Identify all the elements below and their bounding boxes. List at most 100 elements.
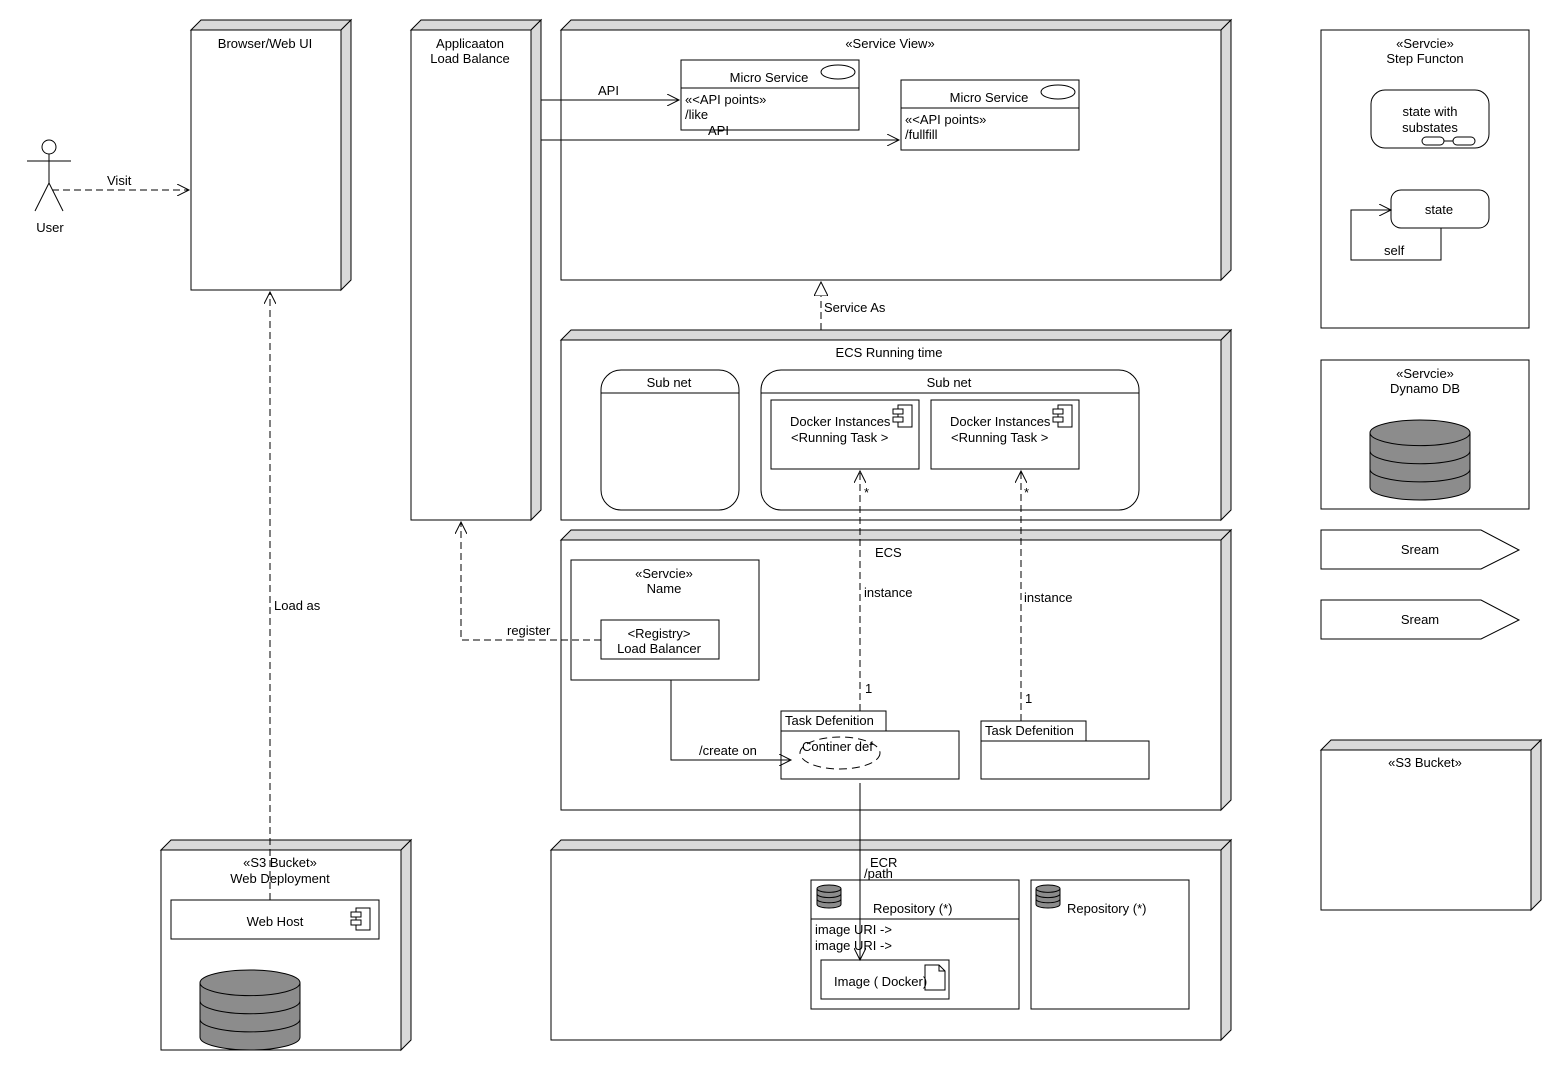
database-icon <box>1035 884 1061 909</box>
api-label-1: API <box>598 83 619 98</box>
database-icon <box>1369 419 1471 501</box>
repository-1-uri-2: image URI -> <box>815 938 892 953</box>
repository-2-title: Repository (*) <box>1067 901 1147 916</box>
micro-service-2-title: Micro Service <box>949 90 1029 105</box>
ecs-service-name: Name <box>646 581 682 596</box>
dynamo-title: Dynamo DB <box>1389 381 1461 396</box>
api-label-2: API <box>708 123 729 138</box>
ecs-node-side <box>1220 528 1232 812</box>
docker-instance-2-line2: <Running Task > <box>951 430 1049 445</box>
task-def-2-body <box>980 740 1150 780</box>
actor-head <box>41 139 57 155</box>
ecs-service-stereotype: «Servcie» <box>635 566 693 581</box>
service-view-title: «Service View» <box>845 36 935 51</box>
component-icon-port <box>1052 416 1064 423</box>
step-function-stereotype: «Servcie» <box>1396 36 1454 51</box>
database-icon <box>816 884 842 909</box>
component-icon-port <box>1052 408 1064 415</box>
s3-right-node-face <box>1320 749 1532 911</box>
micro-service-1-stereotype: «<API points» <box>685 92 767 107</box>
subnet-2-title: Sub net <box>926 375 972 390</box>
component-icon-port <box>892 408 904 415</box>
actor-label: User <box>36 220 64 235</box>
browser-node-title: Browser/Web UI <box>217 36 313 51</box>
alb-node-face <box>410 29 532 521</box>
stream-2-label: Sream <box>1400 612 1440 627</box>
docker-instance-2-line1: Docker Instances <box>950 414 1051 429</box>
micro-service-1-endpoint: /like <box>685 107 709 122</box>
component-icon-port <box>350 919 362 926</box>
component-icon-body <box>897 404 913 428</box>
ecs-node-top <box>559 529 1233 541</box>
repository-1-uri-1: image URI -> <box>815 922 892 937</box>
service-view-node-face <box>560 29 1222 281</box>
alb-node <box>409 18 543 522</box>
s3-web-node-side <box>400 838 412 1052</box>
multiplicity-one-2: 1 <box>1025 691 1033 706</box>
service-view-node <box>559 18 1233 282</box>
self-transition-label: self <box>1384 243 1405 258</box>
docker-image-label: Image ( Docker) <box>834 974 928 989</box>
s3-right-node-side <box>1530 738 1542 912</box>
micro-service-1-title: Micro Service <box>729 70 809 85</box>
web-host-label: Web Host <box>246 914 304 929</box>
docker-instance-1-line1: Docker Instances <box>790 414 891 429</box>
multiplicity-many-2: * <box>1024 485 1030 500</box>
browser-node-side <box>340 18 352 292</box>
browser-node <box>189 18 353 292</box>
substate-icon <box>1421 136 1445 146</box>
component-icon-body <box>1057 404 1073 428</box>
task-def-1-tab: Task Defenition <box>785 713 874 728</box>
database-icon-top <box>1035 884 1061 893</box>
service-view-node-top <box>559 19 1233 31</box>
substate-icon <box>1452 136 1476 146</box>
subnet-1 <box>600 369 740 511</box>
alb-node-side <box>530 18 542 522</box>
visit-label: Visit <box>107 173 132 188</box>
s3-right-stereotype: «S3 Bucket» <box>1388 755 1462 770</box>
database-icon-top <box>1369 419 1471 447</box>
browser-node-face <box>190 29 342 291</box>
alb-node-title-2: Load Balance <box>430 51 510 66</box>
multiplicity-many-1: * <box>864 485 870 500</box>
ecs-running-node-side <box>1220 328 1232 522</box>
micro-service-2-stereotype: «<API points» <box>905 112 987 127</box>
dynamo-stereotype: «Servcie» <box>1396 366 1454 381</box>
registry-line1: <Registry> <box>627 626 691 641</box>
create-on-label: /create on <box>699 743 757 758</box>
deployment-diagram <box>27 18 1543 1052</box>
registry-line2: Load Balancer <box>617 641 701 656</box>
actor-user-icon <box>27 139 71 212</box>
register-label: register <box>507 623 551 638</box>
ecs-running-title: ECS Running time <box>835 345 943 360</box>
repository-1-title: Repository (*) <box>873 901 953 916</box>
component-icon-port <box>892 416 904 423</box>
task-def-1-content: Continer def <box>802 739 873 754</box>
instance-label-2: instance <box>1024 590 1073 605</box>
ecr-node-side <box>1220 838 1232 1042</box>
composite-state-line2: substates <box>1402 120 1458 135</box>
alb-node-title-1: Applicaaton <box>436 36 504 51</box>
instance-label-1: instance <box>864 585 913 600</box>
browser-node-top <box>189 19 353 31</box>
component-icon-port <box>350 911 362 918</box>
ecr-node-top <box>549 839 1233 851</box>
actor-leg <box>34 182 50 212</box>
s3-web-node-top <box>159 839 413 851</box>
service-as-label: Service As <box>824 300 886 315</box>
subnet-1-title: Sub net <box>646 375 692 390</box>
s3-web-stereotype: «S3 Bucket» <box>243 855 317 870</box>
load-as-label: Load as <box>274 598 321 613</box>
path-label: /path <box>864 866 893 881</box>
actor-leg <box>48 182 64 212</box>
s3-web-title: Web Deployment <box>230 871 330 886</box>
step-function-panel <box>1320 29 1530 329</box>
multiplicity-one-1: 1 <box>865 681 873 696</box>
ecs-running-node-top <box>559 329 1233 341</box>
interface-icon <box>820 64 856 80</box>
composite-state-line1: state with <box>1402 104 1458 119</box>
stream-1-label: Sream <box>1400 542 1440 557</box>
alb-node-top <box>409 19 543 31</box>
task-def-2-tab: Task Defenition <box>985 723 1074 738</box>
database-icon <box>199 969 301 1051</box>
